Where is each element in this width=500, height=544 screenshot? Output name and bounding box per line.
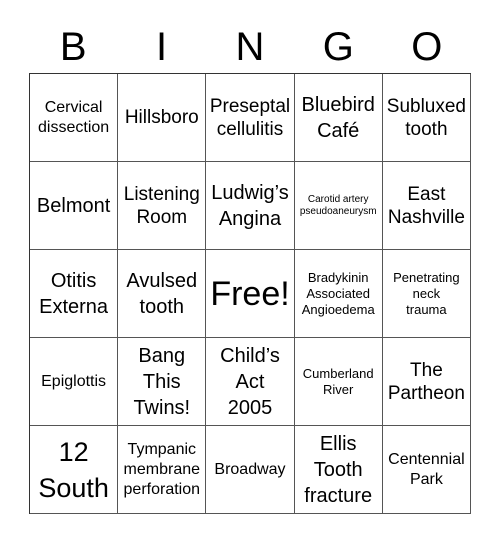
cell-text: Preseptal cellulitis <box>209 95 291 140</box>
cell-text: 12 South <box>38 436 109 503</box>
bingo-cell[interactable]: Cervical dissection <box>30 74 119 162</box>
bingo-cell[interactable]: Subluxed tooth <box>382 74 471 162</box>
cell-text: Child’s Act 2005 <box>220 344 280 419</box>
bingo-cell[interactable]: Child’s Act 2005 <box>206 338 295 426</box>
cell-text: Bradykinin Associated Angioedema <box>301 269 375 317</box>
cell-text: Tympanic membrane perforation <box>123 440 201 498</box>
bingo-cell[interactable]: The Partheon <box>382 338 471 426</box>
header-letter-b: B <box>59 25 87 69</box>
bingo-cell[interactable]: Epiglottis <box>30 338 119 426</box>
cell-text: Listening Room <box>123 183 200 228</box>
cell-text: Penetrating neck trauma <box>393 269 460 317</box>
cell-text: Hillsboro <box>124 107 199 128</box>
cell-text: Cumberland River <box>302 365 374 397</box>
cell-text: Epiglottis <box>41 372 107 390</box>
bingo-header: B I N G O <box>29 22 471 72</box>
bingo-cell[interactable]: Ellis Tooth fracture <box>294 426 383 514</box>
cell-text: Bang This Twins! <box>133 344 191 419</box>
cell-text: The Partheon <box>387 359 465 404</box>
bingo-cell[interactable]: Hillsboro <box>118 74 207 162</box>
bingo-cell[interactable]: Otitis Externa <box>30 250 119 338</box>
bingo-cell[interactable]: Avulsed tooth <box>118 250 207 338</box>
bingo-cell[interactable]: Carotid artery pseudoaneurysm <box>294 162 383 250</box>
bingo-cell[interactable]: Listening Room <box>118 162 207 250</box>
cell-text: Otitis Externa <box>39 269 109 318</box>
cell-text: Belmont <box>36 194 111 217</box>
cell-text: Bluebird Café <box>301 93 375 142</box>
header-letter-i: I <box>156 25 168 69</box>
bingo-grid: Cervical dissection Hillsboro Preseptal … <box>29 73 471 514</box>
cell-text: Carotid artery pseudoaneurysm <box>299 193 377 217</box>
bingo-cell[interactable]: Belmont <box>30 162 119 250</box>
bingo-cell[interactable]: Preseptal cellulitis <box>206 74 295 162</box>
bingo-cell[interactable]: Cumberland River <box>294 338 383 426</box>
cell-text: Broadway <box>214 460 286 478</box>
header-letter-n: N <box>235 25 265 69</box>
bingo-cell[interactable]: Tympanic membrane perforation <box>118 426 207 514</box>
bingo-cell[interactable]: Bradykinin Associated Angioedema <box>294 250 383 338</box>
bingo-cell[interactable]: East Nashville <box>382 162 471 250</box>
bingo-cell[interactable]: Penetrating neck trauma <box>382 250 471 338</box>
cell-text: Avulsed tooth <box>126 269 198 318</box>
bingo-cell[interactable]: Ludwig’s Angina <box>206 162 295 250</box>
bingo-cell[interactable]: Bluebird Café <box>294 74 383 162</box>
bingo-cell[interactable]: Bang This Twins! <box>118 338 207 426</box>
bingo-cell[interactable]: Broadway <box>206 426 295 514</box>
cell-text: Subluxed tooth <box>386 95 466 140</box>
free-space-cell[interactable]: Free! <box>206 250 295 338</box>
free-space-text: Free! <box>210 274 290 313</box>
header-letter-o: O <box>411 25 443 69</box>
cell-text: Cervical dissection <box>38 98 110 136</box>
header-letter-g: G <box>322 25 354 69</box>
cell-text: Ellis Tooth fracture <box>304 432 373 507</box>
cell-text: Ludwig’s Angina <box>211 181 289 230</box>
cell-text: East Nashville <box>387 183 465 228</box>
bingo-cell[interactable]: Centennial Park <box>382 426 471 514</box>
bingo-cell[interactable]: 12 South <box>30 426 119 514</box>
cell-text: Centennial Park <box>388 450 465 488</box>
